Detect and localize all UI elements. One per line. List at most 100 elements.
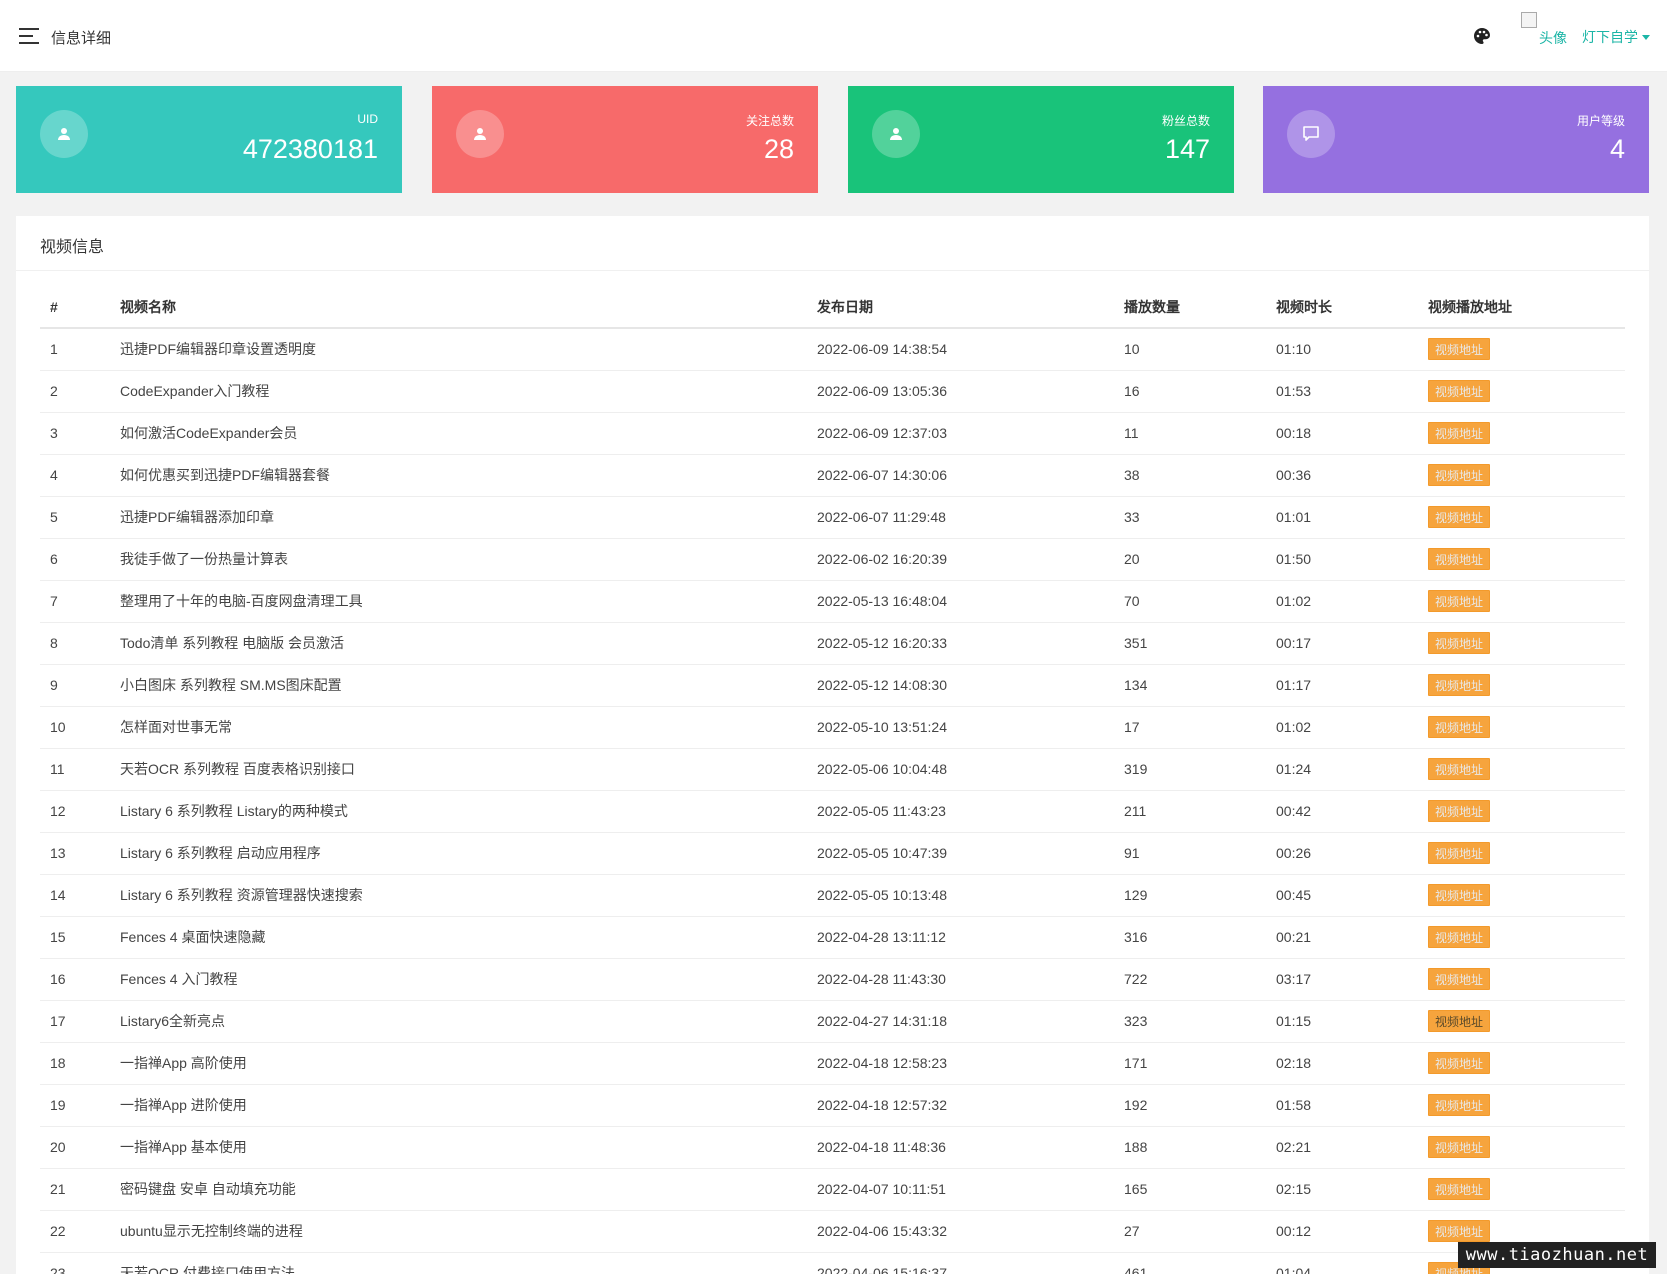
video-url-button[interactable]: 视频地址 [1428, 716, 1490, 738]
row-duration: 01:50 [1266, 538, 1418, 581]
table-row: 15 Fences 4 桌面快速隐藏 2022-04-28 13:11:12 316 0… [40, 916, 1625, 959]
row-url: 视频地址 [1418, 706, 1625, 749]
menu-icon[interactable] [19, 28, 39, 44]
user-menu[interactable]: 灯下自学 [1582, 27, 1650, 47]
row-url: 视频地址 [1418, 958, 1625, 1001]
table-row: 17 Listary6全新亮点 2022-04-27 14:31:18 323 01:1… [40, 1000, 1625, 1043]
video-url-button[interactable]: 视频地址 [1428, 926, 1490, 948]
col-index: # [40, 286, 110, 329]
row-duration: 00:12 [1266, 1210, 1418, 1253]
video-url-button[interactable]: 视频地址 [1428, 632, 1490, 654]
table-row: 12 Listary 6 系列教程 Listary的两种模式 2022-05-05 … [40, 790, 1625, 833]
video-url-button[interactable]: 视频地址 [1428, 506, 1490, 528]
video-url-button[interactable]: 视频地址 [1428, 1094, 1490, 1116]
row-index: 4 [40, 454, 110, 497]
video-url-button[interactable]: 视频地址 [1428, 842, 1490, 864]
row-title: 一指禅App 基本使用 [110, 1126, 807, 1169]
row-plays: 33 [1114, 496, 1266, 539]
row-index: 16 [40, 958, 110, 1001]
video-url-button[interactable]: 视频地址 [1428, 758, 1490, 780]
row-plays: 38 [1114, 454, 1266, 497]
row-index: 1 [40, 328, 110, 371]
user-icon [40, 110, 88, 158]
row-date: 2022-04-18 12:57:32 [807, 1084, 1114, 1127]
table-row: 13 Listary 6 系列教程 启动应用程序 2022-05-05 10:47:… [40, 832, 1625, 875]
row-index: 15 [40, 916, 110, 959]
video-url-button[interactable]: 视频地址 [1428, 1178, 1490, 1200]
row-plays: 11 [1114, 412, 1266, 455]
row-date: 2022-04-06 15:43:32 [807, 1210, 1114, 1253]
row-date: 2022-04-27 14:31:18 [807, 1000, 1114, 1043]
row-index: 23 [40, 1252, 110, 1274]
avatar[interactable]: 头像 [1521, 12, 1571, 52]
row-plays: 722 [1114, 958, 1266, 1001]
video-url-button[interactable]: 视频地址 [1428, 1220, 1490, 1242]
row-url: 视频地址 [1418, 1168, 1625, 1211]
row-url: 视频地址 [1418, 790, 1625, 833]
row-duration: 01:02 [1266, 706, 1418, 749]
row-title: Todo清单 系列教程 电脑版 会员激活 [110, 622, 807, 665]
row-duration: 02:15 [1266, 1168, 1418, 1211]
col-duration: 视频时长 [1266, 286, 1418, 329]
video-url-button[interactable]: 视频地址 [1428, 884, 1490, 906]
video-url-button[interactable]: 视频地址 [1428, 464, 1490, 486]
video-url-button[interactable]: 视频地址 [1428, 548, 1490, 570]
row-date: 2022-05-06 10:04:48 [807, 748, 1114, 791]
row-index: 5 [40, 496, 110, 539]
table-row: 2 CodeExpander入门教程 2022-06-09 13:05:36 16 01… [40, 370, 1625, 413]
broken-image-icon [1521, 12, 1537, 28]
row-plays: 316 [1114, 916, 1266, 959]
row-plays: 134 [1114, 664, 1266, 707]
row-url: 视频地址 [1418, 622, 1625, 665]
row-duration: 01:02 [1266, 580, 1418, 623]
row-index: 3 [40, 412, 110, 455]
row-date: 2022-05-10 13:51:24 [807, 706, 1114, 749]
username: 灯下自学 [1582, 29, 1638, 45]
row-index: 14 [40, 874, 110, 917]
row-index: 10 [40, 706, 110, 749]
row-date: 2022-04-28 13:11:12 [807, 916, 1114, 959]
row-duration: 01:53 [1266, 370, 1418, 413]
row-plays: 129 [1114, 874, 1266, 917]
row-title: Listary 6 系列教程 资源管理器快速搜索 [110, 874, 807, 917]
row-url: 视频地址 [1418, 1000, 1625, 1043]
video-url-button[interactable]: 视频地址 [1428, 590, 1490, 612]
video-url-button[interactable]: 视频地址 [1428, 422, 1490, 444]
col-date: 发布日期 [807, 286, 1114, 329]
row-title: Listary6全新亮点 [110, 1000, 807, 1043]
col-url: 视频播放地址 [1418, 286, 1625, 329]
user-icon [872, 110, 920, 158]
video-url-button[interactable]: 视频地址 [1428, 338, 1490, 361]
table-row: 22 ubuntu显示无控制终端的进程 2022-04-06 15:43:32 27 0… [40, 1210, 1625, 1253]
watermark: www.tiaozhuan.net [1458, 1242, 1656, 1268]
video-url-button[interactable]: 视频地址 [1428, 1010, 1490, 1032]
table-row: 1 迅捷PDF编辑器印章设置透明度 2022-06-09 14:38:54 10 01:… [40, 328, 1625, 371]
row-url: 视频地址 [1418, 580, 1625, 623]
palette-icon[interactable] [1473, 27, 1491, 45]
video-url-button[interactable]: 视频地址 [1428, 674, 1490, 696]
row-url: 视频地址 [1418, 748, 1625, 791]
row-title: 如何优惠买到迅捷PDF编辑器套餐 [110, 454, 807, 497]
video-url-button[interactable]: 视频地址 [1428, 968, 1490, 990]
row-title: 如何激活CodeExpander会员 [110, 412, 807, 455]
video-url-button[interactable]: 视频地址 [1428, 1136, 1490, 1158]
table-row: 11 天若OCR 系列教程 百度表格识别接口 2022-05-06 10:04:48… [40, 748, 1625, 791]
row-duration: 01:24 [1266, 748, 1418, 791]
row-url: 视频地址 [1418, 1084, 1625, 1127]
row-url: 视频地址 [1418, 664, 1625, 707]
row-url: 视频地址 [1418, 412, 1625, 455]
video-url-button[interactable]: 视频地址 [1428, 800, 1490, 822]
stat-card-fans: 粉丝总数 147 [848, 86, 1234, 193]
video-url-button[interactable]: 视频地址 [1428, 1052, 1490, 1074]
row-index: 18 [40, 1042, 110, 1085]
row-plays: 461 [1114, 1252, 1266, 1274]
row-plays: 10 [1114, 328, 1266, 371]
row-plays: 27 [1114, 1210, 1266, 1253]
stat-label: UID [357, 112, 378, 126]
row-date: 2022-05-05 11:43:23 [807, 790, 1114, 833]
row-url: 视频地址 [1418, 454, 1625, 497]
video-url-button[interactable]: 视频地址 [1428, 380, 1490, 402]
row-title: ubuntu显示无控制终端的进程 [110, 1210, 807, 1253]
row-date: 2022-06-09 12:37:03 [807, 412, 1114, 455]
table-row: 3 如何激活CodeExpander会员 2022-06-09 12:37:03 11… [40, 412, 1625, 455]
